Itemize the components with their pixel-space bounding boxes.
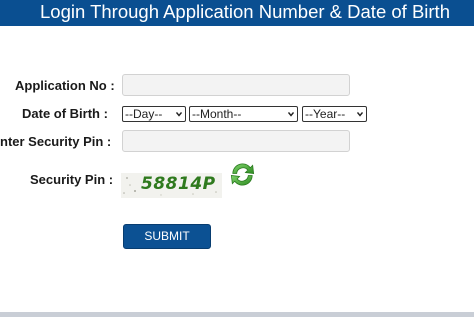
chevron-down-icon (357, 112, 363, 117)
refresh-icon[interactable] (227, 159, 258, 190)
chevron-down-icon (288, 112, 294, 117)
dob-label: Date of Birth : (22, 106, 108, 121)
year-select-value: --Year-- (305, 107, 346, 121)
captcha-text: 58814P (141, 174, 216, 194)
month-select[interactable]: --Month-- (189, 106, 298, 122)
day-select-value: --Day-- (125, 107, 163, 121)
bottom-divider (0, 312, 474, 317)
security-pin-label: Security Pin : (30, 172, 114, 187)
year-select[interactable]: --Year-- (302, 106, 367, 122)
day-select[interactable]: --Day-- (122, 106, 186, 122)
submit-button[interactable]: SUBMIT (123, 224, 211, 249)
captcha-image: 58814P (121, 173, 222, 198)
application-no-label: Application No : (15, 78, 115, 93)
chevron-down-icon (176, 112, 182, 117)
month-select-value: --Month-- (192, 107, 242, 121)
login-page: Login Through Application Number & Date … (0, 0, 474, 317)
application-no-input[interactable] (122, 74, 350, 96)
page-header: Login Through Application Number & Date … (0, 0, 474, 26)
enter-security-pin-label: nter Security Pin : (0, 134, 112, 149)
page-title: Login Through Application Number & Date … (40, 1, 450, 22)
security-pin-input[interactable] (122, 130, 350, 152)
